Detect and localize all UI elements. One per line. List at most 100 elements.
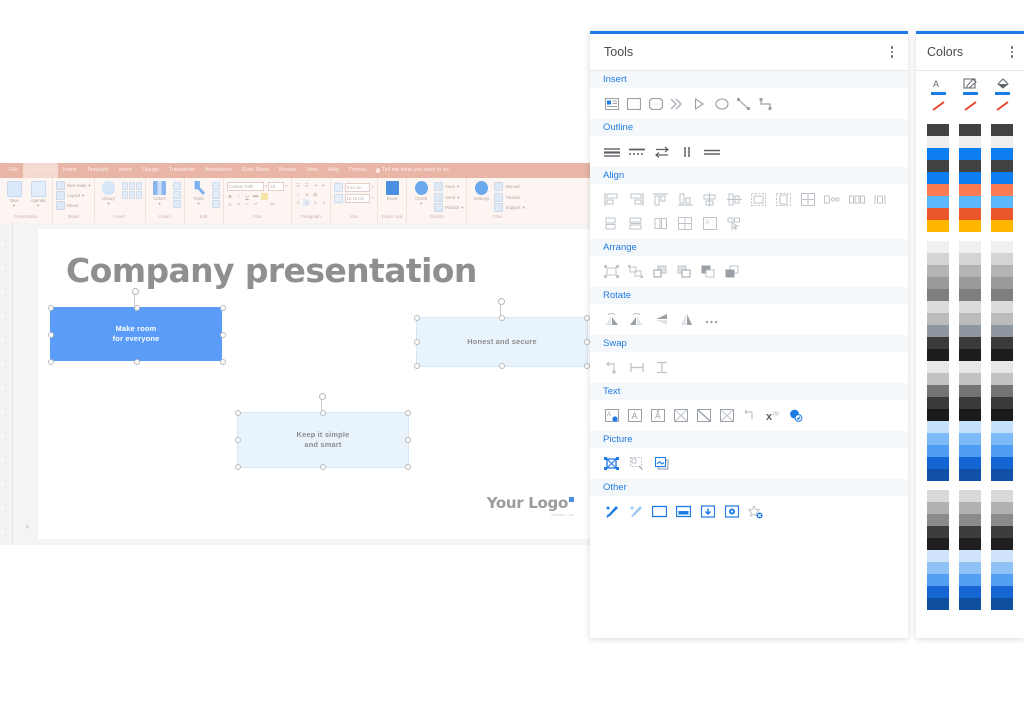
color-swatch[interactable] bbox=[959, 433, 981, 445]
color-swatch[interactable] bbox=[991, 457, 1013, 469]
group-icon[interactable] bbox=[602, 262, 621, 281]
fit-text-frame-icon[interactable]: A bbox=[700, 214, 719, 233]
resize-handle-w[interactable] bbox=[235, 437, 241, 443]
support-button[interactable]: Support ▾ bbox=[494, 203, 525, 212]
distribute-spacing-icon[interactable] bbox=[847, 190, 866, 209]
text-wrap-icon[interactable] bbox=[694, 406, 713, 425]
resize-handle-nw[interactable] bbox=[235, 410, 241, 416]
agenda-button[interactable]: Agenda ▾ bbox=[27, 180, 49, 208]
insert-chart-icon[interactable] bbox=[121, 191, 128, 199]
color-swatch[interactable] bbox=[927, 514, 949, 526]
tutorial-button[interactable]: Tutorial bbox=[494, 192, 524, 202]
color-swatch[interactable] bbox=[991, 586, 1013, 598]
shape-make-room[interactable]: Make room for everyone bbox=[50, 307, 222, 361]
align-left-button[interactable]: ≡ bbox=[295, 199, 302, 206]
color-swatch[interactable] bbox=[991, 421, 1013, 433]
color-swatch[interactable] bbox=[927, 490, 949, 502]
align-text-button[interactable]: ▤ bbox=[312, 191, 319, 198]
color-swatch[interactable] bbox=[991, 433, 1013, 445]
line-color-tool[interactable] bbox=[960, 78, 980, 95]
color-swatch[interactable] bbox=[927, 208, 949, 220]
ribbon-tab-file[interactable]: File bbox=[4, 163, 23, 178]
color-swatch[interactable] bbox=[991, 598, 1013, 610]
resize-handle-s[interactable] bbox=[320, 464, 326, 470]
color-swatch[interactable] bbox=[959, 397, 981, 409]
color-swatch[interactable] bbox=[959, 301, 981, 313]
color-swatch[interactable] bbox=[959, 469, 981, 481]
chevron-down-icon[interactable]: ▾ bbox=[107, 201, 109, 205]
format-painter-icon[interactable] bbox=[602, 502, 621, 521]
color-swatch[interactable] bbox=[959, 277, 981, 289]
size-and-position-icon[interactable] bbox=[676, 214, 695, 233]
chevron-down-icon[interactable]: ▾ bbox=[88, 183, 90, 187]
color-swatch[interactable] bbox=[991, 373, 1013, 385]
color-swatch[interactable] bbox=[959, 490, 981, 502]
color-swatch[interactable] bbox=[959, 361, 981, 373]
colors-button[interactable]: Colors ▾ bbox=[149, 180, 171, 206]
insert-smartart-icon[interactable] bbox=[128, 191, 135, 199]
download-icon[interactable] bbox=[698, 502, 717, 521]
slide-canvas[interactable]: Company presentation Make room for every… bbox=[38, 229, 590, 539]
rotate-tool-icon[interactable] bbox=[211, 200, 220, 208]
ribbon-tab-animations[interactable]: Animations bbox=[200, 163, 237, 178]
layout-button[interactable]: Layout ▾ bbox=[56, 191, 91, 200]
color-swatch[interactable] bbox=[991, 349, 1013, 361]
text-box-icon[interactable]: A bbox=[625, 406, 644, 425]
color-swatch[interactable] bbox=[959, 373, 981, 385]
color-swatch[interactable] bbox=[959, 220, 981, 232]
color-swatch[interactable] bbox=[927, 373, 949, 385]
slide-layout-icon[interactable] bbox=[674, 502, 693, 521]
insert-line-icon[interactable] bbox=[734, 94, 753, 113]
color-swatch[interactable] bbox=[959, 196, 981, 208]
resize-picture-icon[interactable] bbox=[627, 454, 646, 473]
subscript-button[interactable]: x₂ bbox=[244, 201, 251, 208]
ribbon-tab-templafy[interactable]: Templafy bbox=[82, 163, 114, 178]
new-slide-button[interactable]: New Slide ▾ bbox=[56, 181, 91, 190]
color-swatch[interactable] bbox=[959, 526, 981, 538]
color-swatch[interactable] bbox=[927, 445, 949, 457]
color-swatch[interactable] bbox=[991, 277, 1013, 289]
text-fill-icon[interactable]: A bbox=[602, 406, 621, 425]
resize-handle-s[interactable] bbox=[499, 363, 505, 369]
color-swatch[interactable] bbox=[927, 538, 949, 550]
insert-text-box-icon[interactable] bbox=[602, 94, 621, 113]
fill-color-tool[interactable] bbox=[992, 78, 1012, 95]
color-swatch[interactable] bbox=[991, 313, 1013, 325]
text-clear-icon[interactable] bbox=[717, 406, 736, 425]
color-swatch[interactable] bbox=[959, 349, 981, 361]
chevron-down-icon[interactable]: ▾ bbox=[13, 203, 15, 207]
rotate-handle[interactable] bbox=[497, 298, 505, 305]
ribbon-tab-slide-show[interactable]: Slide Show bbox=[237, 163, 274, 178]
chevron-down-icon[interactable]: ▾ bbox=[461, 205, 463, 209]
color-swatch[interactable] bbox=[991, 325, 1013, 337]
ribbon-tab-home[interactable]: Home bbox=[58, 163, 82, 178]
swap-horizontal-icon[interactable] bbox=[627, 358, 646, 377]
shape-honest-and-secure[interactable]: Honest and secure bbox=[416, 317, 588, 367]
color-swatch[interactable] bbox=[959, 253, 981, 265]
publish-button[interactable]: Publish ▾ bbox=[434, 203, 463, 212]
resize-handle-sw[interactable] bbox=[235, 464, 241, 470]
color-swatch[interactable] bbox=[927, 409, 949, 421]
send-backward-icon[interactable] bbox=[698, 262, 717, 281]
color-swatch[interactable] bbox=[927, 337, 949, 349]
insert-rounded-rectangle-icon[interactable] bbox=[646, 94, 665, 113]
insert-triangle-icon[interactable] bbox=[690, 94, 709, 113]
text-margins-icon[interactable] bbox=[671, 406, 690, 425]
color-swatch[interactable] bbox=[991, 208, 1013, 220]
color-swatch[interactable] bbox=[927, 574, 949, 586]
color-swatch[interactable] bbox=[927, 526, 949, 538]
change-case-button[interactable]: Aa bbox=[269, 201, 276, 208]
color-swatch[interactable] bbox=[959, 574, 981, 586]
check-button[interactable]: Check ▾ bbox=[410, 180, 432, 206]
replace-picture-icon[interactable] bbox=[652, 454, 671, 473]
italic-button[interactable]: I bbox=[235, 193, 242, 200]
align-center-vertical-icon[interactable] bbox=[725, 190, 744, 209]
insert-elbow-connector-icon[interactable] bbox=[756, 94, 775, 113]
no-line-color[interactable] bbox=[963, 99, 978, 117]
chevron-down-icon[interactable]: ▾ bbox=[457, 184, 459, 188]
same-size-icon[interactable] bbox=[602, 214, 621, 233]
color-swatch[interactable] bbox=[991, 337, 1013, 349]
color-swatch[interactable] bbox=[991, 409, 1013, 421]
color-swatch[interactable] bbox=[927, 361, 949, 373]
insert-ellipse-icon[interactable] bbox=[712, 94, 731, 113]
